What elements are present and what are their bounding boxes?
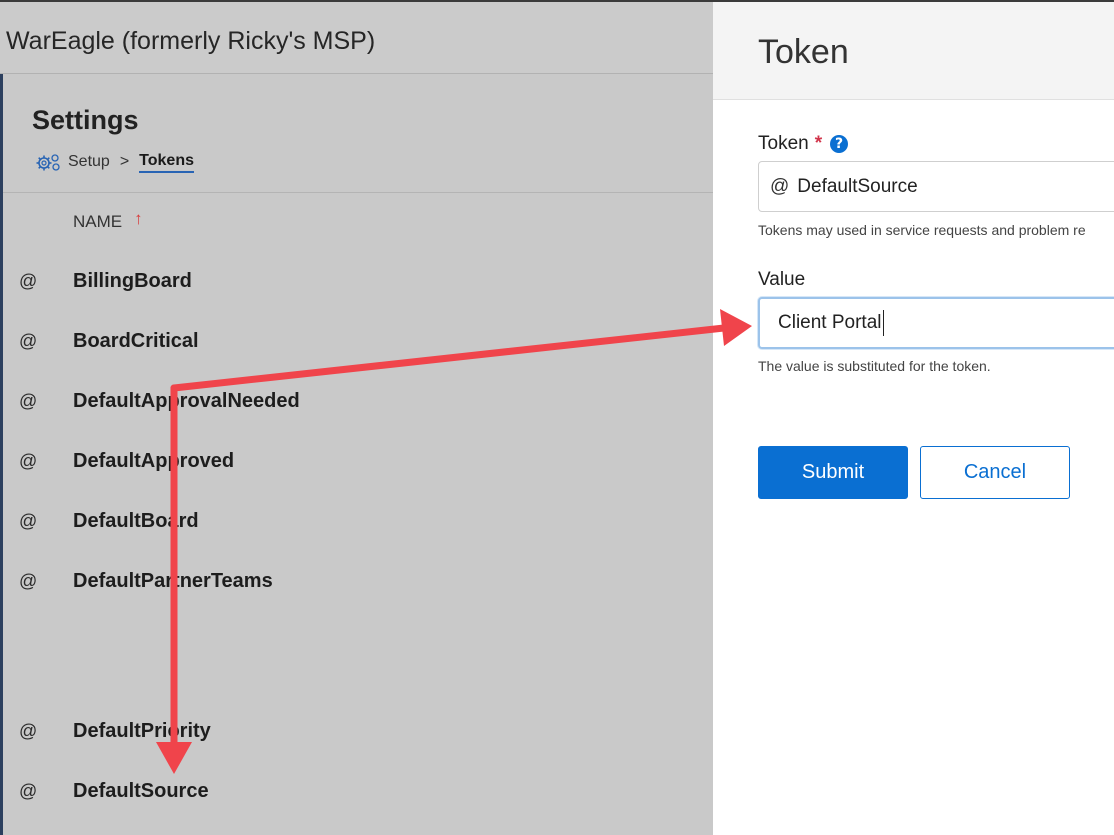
- app-header: WarEagle (formerly Ricky's MSP): [0, 2, 713, 74]
- token-row[interactable]: @ DefaultApprovalNeeded: [0, 382, 713, 422]
- gears-icon: [36, 154, 60, 171]
- at-icon: @: [19, 331, 38, 351]
- token-name[interactable]: BillingBoard: [73, 270, 192, 293]
- token-label-text: Token: [758, 133, 809, 154]
- value-field[interactable]: Client Portal: [758, 297, 1114, 349]
- breadcrumb-separator: >: [119, 153, 130, 170]
- at-icon: @: [19, 571, 38, 591]
- token-row[interactable]: @ BillingBoard: [0, 262, 713, 302]
- panel-title: Token: [758, 33, 849, 71]
- app-background: WarEagle (formerly Ricky's MSP) Settings…: [0, 0, 713, 835]
- name-column-label: NAME: [73, 212, 123, 231]
- token-name[interactable]: BoardCritical: [73, 330, 199, 353]
- token-name[interactable]: DefaultApprovalNeeded: [73, 390, 300, 413]
- value-label-text: Value: [758, 269, 806, 290]
- breadcrumb: Setup > Tokens: [34, 151, 194, 173]
- app-title: WarEagle (formerly Ricky's MSP): [6, 27, 376, 55]
- token-field-label: Token * ?: [758, 133, 849, 155]
- token-name[interactable]: DefaultPartnerTeams: [73, 570, 273, 593]
- at-icon: @: [19, 391, 38, 411]
- sort-ascending-icon[interactable]: ↑: [134, 209, 143, 229]
- value-field-label: Value: [758, 269, 805, 291]
- token-edit-panel: Token Token * ? @ DefaultSource Tokens m…: [713, 2, 1114, 835]
- help-icon[interactable]: ?: [830, 135, 849, 153]
- required-marker: *: [814, 133, 823, 154]
- breadcrumb-setup-link[interactable]: Setup: [68, 153, 110, 171]
- at-icon: @: [19, 451, 38, 471]
- text-caret: [882, 310, 884, 336]
- token-name[interactable]: DefaultPriority: [73, 720, 211, 743]
- value-field-text: Client Portal: [778, 312, 882, 333]
- token-row[interactable]: @ DefaultBoard: [0, 502, 713, 542]
- at-icon: @: [19, 721, 38, 741]
- cancel-button[interactable]: Cancel: [920, 446, 1070, 499]
- token-row[interactable]: @ DefaultApproved: [0, 442, 713, 482]
- breadcrumb-current: Tokens: [139, 152, 194, 173]
- token-name[interactable]: DefaultBoard: [73, 510, 199, 533]
- page-title: Settings: [32, 105, 139, 135]
- panel-header: Token: [713, 2, 1114, 100]
- token-row[interactable]: @ BoardCritical: [0, 322, 713, 362]
- token-name[interactable]: DefaultSource: [73, 780, 209, 803]
- settings-header: Settings Setup > Tokens: [3, 75, 713, 193]
- at-icon: @: [19, 511, 38, 531]
- token-name[interactable]: DefaultApproved: [73, 450, 234, 473]
- name-column-header[interactable]: NAME ↑: [73, 209, 143, 232]
- at-icon: @: [19, 271, 38, 291]
- token-row[interactable]: @ DefaultPartnerTeams: [0, 562, 713, 602]
- token-row[interactable]: @ DefaultPriority: [0, 712, 713, 752]
- token-name-value: DefaultSource: [797, 175, 918, 197]
- window-top-border: [0, 0, 1114, 2]
- token-row[interactable]: @ DefaultSource: [0, 772, 713, 812]
- token-name-field[interactable]: @ DefaultSource: [758, 161, 1114, 212]
- token-help-text: Tokens may used in service requests and …: [758, 222, 1086, 238]
- value-help-text: The value is substituted for the token.: [758, 358, 991, 374]
- at-icon: @: [770, 175, 790, 197]
- at-icon: @: [19, 781, 38, 801]
- submit-button[interactable]: Submit: [758, 446, 908, 499]
